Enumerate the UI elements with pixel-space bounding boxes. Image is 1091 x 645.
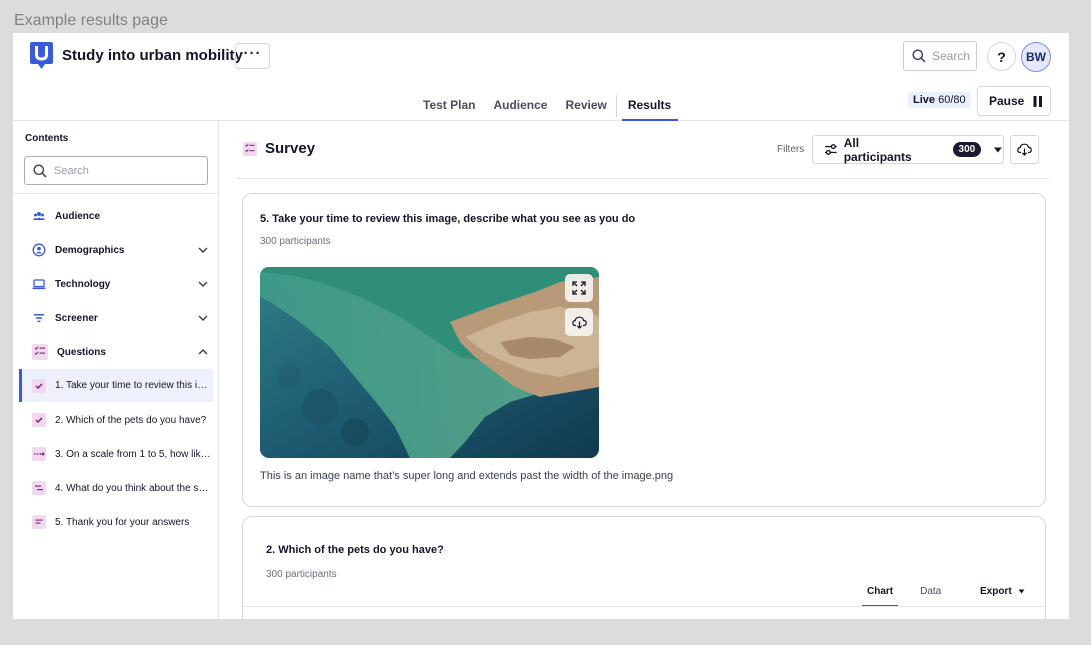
help-button[interactable]: ? — [987, 42, 1016, 71]
live-label: Live — [913, 94, 936, 106]
tab-data[interactable]: Data — [920, 586, 941, 607]
sidebar-title: Contents — [25, 133, 69, 144]
sidebar-item-demographics[interactable]: Demographics — [19, 235, 213, 265]
sidebar-item-screener[interactable]: Screener — [19, 303, 213, 333]
chevron-down-icon — [198, 315, 208, 321]
chart-data-tabs: Chart Data — [862, 586, 963, 607]
page-caption: Example results page — [14, 12, 168, 29]
chevron-up-icon — [198, 349, 208, 355]
sidebar-item-label: Audience — [55, 210, 101, 222]
chevron-down-icon — [198, 247, 208, 253]
expand-image-button[interactable] — [565, 274, 593, 302]
tab-chart[interactable]: Chart — [862, 586, 899, 607]
demographics-icon — [32, 243, 46, 257]
expand-icon — [572, 281, 586, 295]
people-icon — [32, 209, 46, 223]
sidebar-question-1[interactable]: 1. Take your time to review this image, … — [19, 369, 213, 402]
question-title: 5. Take your time to review this image, … — [260, 213, 636, 225]
question-card: 2. Which of the pets do you have? 300 pa… — [242, 516, 1047, 619]
caret-down-icon — [1018, 589, 1025, 594]
more-options-button[interactable]: ··· — [235, 43, 270, 69]
sidebar-question-label: 1. Take your time to review this image, … — [55, 380, 213, 391]
download-button[interactable] — [1010, 135, 1039, 164]
message-icon — [32, 515, 46, 529]
cloud-download-icon — [571, 316, 587, 329]
pause-label: Pause — [989, 94, 1025, 108]
caret-down-icon — [994, 147, 1003, 152]
text-icon — [32, 481, 46, 495]
sidebar-item-audience[interactable]: Audience — [19, 201, 213, 231]
question-participant-count: 300 participants — [266, 569, 337, 580]
sidebar-item-label: Screener — [55, 312, 98, 324]
sidebar-question-label: 4. What do you think about the service? — [55, 482, 213, 494]
search-icon — [912, 49, 926, 63]
export-button[interactable]: Export — [980, 586, 1025, 597]
filters-label: Filters — [777, 144, 805, 155]
scale-icon — [32, 447, 46, 461]
live-status-badge: Live 60/80 — [908, 92, 971, 108]
sidebar-question-label: 5. Thank you for your answers — [55, 516, 190, 528]
study-title: Study into urban mobility — [62, 47, 243, 64]
sidebar-search-placeholder: Search — [54, 164, 89, 177]
sidebar-divider — [13, 193, 218, 194]
sidebar-question-5[interactable]: 5. Thank you for your answers — [19, 507, 213, 537]
pause-button[interactable]: Pause — [977, 86, 1051, 116]
sidebar-item-technology[interactable]: Technology — [19, 269, 213, 299]
header-search-placeholder: Search — [932, 49, 971, 63]
sidebar-search-input[interactable]: Search — [24, 156, 208, 185]
search-icon — [33, 164, 47, 178]
question-image[interactable] — [260, 267, 599, 458]
sidebar-item-label: Questions — [57, 346, 106, 358]
sidebar-item-questions[interactable]: Questions — [19, 337, 213, 367]
card-divider — [243, 606, 1047, 607]
filter-value: All participants — [843, 135, 912, 164]
checkbox-icon — [32, 413, 46, 427]
sidebar-question-4[interactable]: 4. What do you think about the service? — [19, 473, 213, 503]
sidebar: Contents Search Audience Demographics Te… — [13, 121, 219, 619]
tab-test-plan[interactable]: Test Plan — [414, 90, 484, 121]
sidebar-item-label: Technology — [55, 278, 111, 290]
sidebar-question-label: 2. Which of the pets do you have? — [55, 414, 207, 426]
participant-count-badge: 300 — [952, 142, 982, 157]
participant-filter-select[interactable]: All participants 300 — [812, 135, 1004, 164]
header-search-input[interactable]: Search — [903, 41, 977, 71]
live-count: 60/80 — [938, 94, 966, 106]
export-label: Export — [980, 586, 1012, 597]
tab-audience[interactable]: Audience — [484, 90, 556, 121]
pause-icon — [1033, 95, 1043, 107]
checkbox-icon — [32, 378, 46, 393]
logo-icon — [30, 42, 53, 69]
sidebar-item-label: Demographics — [55, 244, 125, 256]
cloud-download-icon — [1017, 143, 1032, 156]
filter-icon — [32, 311, 46, 325]
tab-review[interactable]: Review — [556, 90, 615, 121]
image-caption: This is an image name that’s super long … — [260, 470, 674, 482]
main-nav: Test Plan Audience Review Results — [414, 90, 679, 121]
questions-icon — [32, 344, 48, 360]
question-participant-count: 300 participants — [260, 236, 331, 247]
download-image-button[interactable] — [565, 308, 593, 336]
survey-icon — [243, 142, 257, 156]
sidebar-question-3[interactable]: 3. On a scale from 1 to 5, how likely ar… — [19, 439, 213, 469]
page-title: Survey — [265, 140, 316, 157]
sliders-icon — [824, 144, 837, 155]
avatar[interactable]: BW — [1021, 42, 1051, 72]
question-card: 5. Take your time to review this image, … — [242, 193, 1046, 507]
main-divider — [237, 178, 1049, 179]
question-title: 2. Which of the pets do you have? — [266, 544, 444, 556]
tab-results[interactable]: Results — [621, 90, 679, 121]
sidebar-question-label: 3. On a scale from 1 to 5, how likely ar… — [55, 448, 213, 460]
header: Study into urban mobility ··· Search ? B… — [13, 33, 1069, 121]
laptop-icon — [32, 277, 46, 291]
sidebar-question-2[interactable]: 2. Which of the pets do you have? — [19, 405, 213, 435]
coastline-aerial-image — [260, 267, 599, 458]
nav-divider — [615, 95, 617, 117]
chevron-down-icon — [198, 281, 208, 287]
app-window: Study into urban mobility ··· Search ? B… — [13, 33, 1069, 619]
